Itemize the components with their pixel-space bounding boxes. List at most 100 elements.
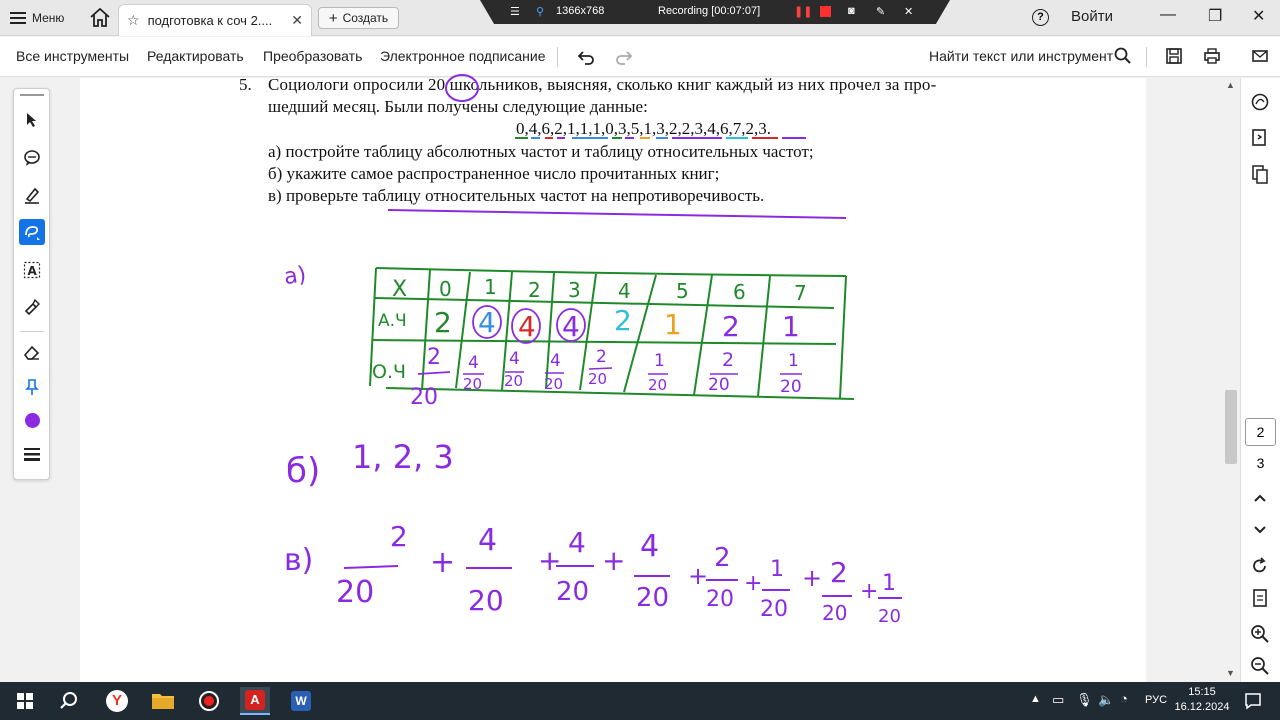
color-swatch-icon xyxy=(24,412,40,428)
vertical-scrollbar[interactable] xyxy=(1223,78,1239,682)
ink-rel-fractions: 2 20 4 20 4 20 4 20 2 20 1 20 2 20 1 20 xyxy=(410,345,802,410)
ink-answer-b: 1, 2, 3 xyxy=(352,438,454,476)
scroll-up-arrow[interactable]: ▲ xyxy=(1226,80,1235,90)
search-icon xyxy=(60,692,77,709)
ink-x-value: 4 xyxy=(618,279,631,303)
ink-rel-numerator: 2 xyxy=(427,345,441,370)
ink-x-value: 0 xyxy=(439,277,452,301)
ink-annotation-layer[interactable]: a) X 0 1 2 3 4 5 6 7 А.Ч 2 4 4 4 2 1 2 1… xyxy=(0,0,1280,720)
ink-plus: + xyxy=(802,564,822,592)
taskbar-screen-recorder[interactable] xyxy=(194,687,224,715)
line-weight-icon xyxy=(24,448,40,461)
ink-header-x: X xyxy=(392,277,407,302)
ink-rel-numerator: 4 xyxy=(468,353,479,373)
ink-sum-numerator: 1 xyxy=(882,571,896,596)
taskbar-acrobat[interactable]: A xyxy=(240,687,270,715)
ink-rel-denominator: 20 xyxy=(544,375,563,393)
taskbar-clock[interactable]: 15:15 16.12.2024 xyxy=(1172,685,1232,715)
ink-rel-numerator: 4 xyxy=(550,351,561,371)
ink-abs-value: 2 xyxy=(722,310,740,343)
color-picker[interactable] xyxy=(19,407,45,433)
microphone-icon[interactable]: 🎙 xyxy=(1076,692,1093,708)
network-icon[interactable]: ▭ xyxy=(1052,692,1064,708)
ink-underline-item-c xyxy=(387,209,847,219)
ink-sum-expression: 2 20 + 4 20 + 4 20 + 4 20 + 2 20 + 1 20 … xyxy=(336,520,902,627)
ink-rel-numerator: 1 xyxy=(654,351,665,371)
ink-x-value: 2 xyxy=(528,278,541,302)
taskbar-word[interactable]: W xyxy=(286,687,316,715)
ink-rel-numerator: 1 xyxy=(788,351,799,371)
ink-plus: + xyxy=(538,544,561,577)
ink-plus: + xyxy=(602,544,625,577)
ink-rel-denominator: 20 xyxy=(648,376,667,394)
next-page-icon[interactable] xyxy=(1250,520,1270,540)
tray-expand-icon[interactable]: ▲ xyxy=(1030,693,1041,705)
input-language[interactable]: РУС xyxy=(1145,694,1167,706)
start-button[interactable] xyxy=(10,687,40,715)
rotate-icon[interactable] xyxy=(1250,556,1270,576)
record-icon xyxy=(199,691,219,711)
search-button[interactable] xyxy=(54,687,84,715)
sign-tool[interactable] xyxy=(19,294,45,320)
windows-taskbar: Y A W ▲ ▭ 🎙 🔈 ◔ РУС 15:15 16.12.2024 xyxy=(0,682,1280,720)
zoom-in-icon[interactable] xyxy=(1250,624,1270,644)
pin-tool[interactable] xyxy=(19,374,45,400)
ink-sum-denominator: 20 xyxy=(706,587,734,612)
ink-rel-numerator: 4 xyxy=(509,349,520,369)
ink-x-value: 1 xyxy=(484,275,497,299)
highlight-tool[interactable] xyxy=(19,182,45,208)
cursor-icon xyxy=(27,113,36,127)
annotation-tools-panel: A xyxy=(13,88,50,480)
ink-sum-numerator: 4 xyxy=(640,529,659,564)
ink-sum-numerator: 2 xyxy=(390,520,408,553)
taskbar-file-explorer[interactable] xyxy=(148,687,178,715)
volume-icon[interactable]: 🔈 xyxy=(1098,692,1114,708)
ink-label-b: б) xyxy=(286,451,320,491)
comment-icon xyxy=(24,150,40,166)
ai-assistant-icon[interactable] xyxy=(1250,92,1270,112)
notifications-icon[interactable] xyxy=(1244,692,1262,710)
comment-list-icon[interactable] xyxy=(1250,128,1270,148)
ink-sum-denominator: 20 xyxy=(878,606,901,627)
word-icon: W xyxy=(291,691,311,711)
panel-grip[interactable] xyxy=(20,94,44,96)
ink-abs-value: 2 xyxy=(614,304,632,337)
clock-time: 15:15 xyxy=(1188,686,1216,698)
ink-x-value: 3 xyxy=(568,278,581,302)
scroll-down-arrow[interactable]: ▼ xyxy=(1226,668,1235,678)
freehand-draw-icon xyxy=(25,226,40,240)
page-fit-icon[interactable] xyxy=(1250,588,1270,608)
text-tool[interactable]: A xyxy=(19,257,45,283)
ink-sum-denominator: 20 xyxy=(468,584,504,617)
scrollbar-thumb[interactable] xyxy=(1225,390,1237,464)
signature-pen-icon xyxy=(24,298,40,316)
ink-sum-numerator: 2 xyxy=(830,556,848,589)
taskbar-yandex-browser[interactable]: Y xyxy=(102,687,132,715)
pushpin-icon xyxy=(25,379,39,395)
ink-abs-value: 2 xyxy=(434,306,452,339)
ink-label-c: в) xyxy=(284,543,313,578)
draw-tool[interactable] xyxy=(19,219,45,245)
highlighter-icon xyxy=(25,187,40,204)
wifi-icon[interactable]: ◔ xyxy=(1120,691,1128,706)
ink-abs-value: 1 xyxy=(782,310,800,343)
ink-plus: + xyxy=(744,571,762,596)
current-page-input[interactable]: 2 xyxy=(1245,418,1276,446)
ink-abs-value: 4 xyxy=(478,306,496,339)
ink-rel-numerator: 2 xyxy=(722,349,734,371)
ink-x-value: 5 xyxy=(676,279,689,303)
ink-rel-denominator: 20 xyxy=(410,385,438,410)
total-pages: 3 xyxy=(1256,455,1265,471)
ink-sum-denominator: 20 xyxy=(822,601,847,625)
ink-abs-value: 1 xyxy=(664,308,682,341)
previous-page-icon[interactable] xyxy=(1250,488,1270,508)
zoom-out-icon[interactable] xyxy=(1250,656,1270,676)
ink-plus: + xyxy=(430,545,455,580)
select-tool[interactable] xyxy=(19,107,45,133)
comment-tool[interactable] xyxy=(19,145,45,171)
pages-icon[interactable] xyxy=(1250,164,1270,184)
stroke-width-picker[interactable] xyxy=(19,441,45,467)
eraser-tool[interactable] xyxy=(19,339,45,365)
ink-rel-denominator: 20 xyxy=(780,377,802,397)
ink-sum-numerator: 4 xyxy=(478,523,497,558)
